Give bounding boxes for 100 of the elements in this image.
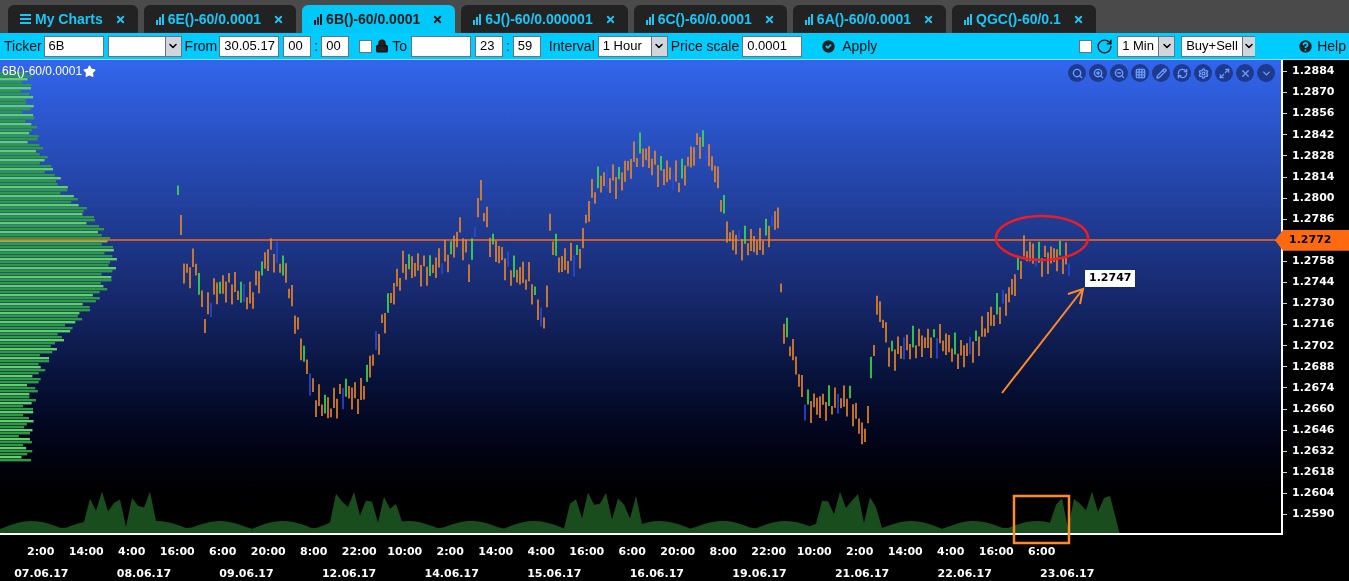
time-label: 16:00 [569,544,605,560]
close-icon[interactable] [1072,13,1084,25]
refresh-button[interactable] [1173,64,1191,82]
time-label: 20:00 [660,544,696,560]
time-label: 10:00 [387,544,423,560]
time-label: 16:00 [978,544,1014,560]
chart-tab[interactable]: 6A()-60/0.0001 [792,5,947,33]
bar-chart-icon [645,13,654,25]
price-marker: 1.2747 [1085,270,1136,287]
date-label: 21.06.17 [834,565,890,581]
price-scale-label: Price scale [670,36,740,56]
price-label: 1.2884 [1292,63,1335,80]
search-button[interactable] [1068,64,1086,82]
to-label: To [392,36,407,56]
date-label: 09.06.17 [219,565,274,581]
chart-tab[interactable]: 6C()-60/0.0001 [633,5,787,33]
refresh-icon [1176,67,1188,79]
star-icon[interactable] [83,64,97,78]
close-icon[interactable] [273,13,285,25]
to-minute-field[interactable]: 59 [512,35,541,57]
dropdown-button[interactable] [1257,64,1275,82]
price-label: 1.2758 [1292,253,1335,270]
price-label: 1.2744 [1292,274,1335,291]
zoom-in-icon [1092,67,1104,79]
time-separator: : [505,36,510,56]
price-label: 1.2702 [1292,337,1335,354]
close-icon[interactable] [923,13,935,25]
close-icon[interactable] [432,13,444,25]
time-label: 16:00 [159,544,195,560]
grid-button[interactable] [1131,64,1149,82]
expand-icon [1218,67,1230,79]
price-label: 1.2828 [1292,147,1335,164]
price-label: 1.2786 [1292,210,1335,227]
chart-tab[interactable]: QGC()-60/0.1 [952,5,1096,33]
close-button[interactable] [1236,64,1254,82]
symbol-select[interactable] [107,35,182,57]
time-label: 2:00 [846,544,874,560]
chart-tab[interactable]: My Charts [8,5,138,33]
price-scale-field[interactable]: 0.0001 [742,35,803,57]
price-label: 1.2646 [1292,421,1335,438]
interval-label: Interval [548,36,595,56]
to-date-field[interactable] [410,35,471,57]
checkbox[interactable] [359,39,373,53]
chart-tab[interactable]: 6J()-60/0.000001 [461,5,628,33]
interval-select[interactable]: 1 Hour [597,35,668,57]
time-label: 2:00 [27,544,55,560]
time-label: 6:00 [618,544,646,560]
pencil-button[interactable] [1152,64,1170,82]
chart-tab[interactable]: 6B()-60/0.0001 [302,5,456,33]
apply-button[interactable]: Apply [820,35,878,57]
date-label: 22.06.17 [937,565,992,581]
time-label: 14:00 [478,544,514,560]
lock-icon [375,39,390,53]
ticker-field[interactable]: 6B [43,35,104,57]
price-label: 1.2800 [1292,189,1335,206]
price-label: 1.2688 [1292,358,1335,375]
settings-icon [1197,67,1209,79]
date-label: 07.06.17 [14,565,69,581]
close-icon[interactable] [763,13,775,25]
zoom-out-button[interactable] [1110,64,1128,82]
price-label: 1.2632 [1292,443,1335,459]
checkbox[interactable] [1079,39,1093,53]
help-button[interactable]: Help [1297,35,1346,57]
zoom-in-button[interactable] [1089,64,1107,82]
check-icon [820,37,838,55]
time-label: 6:00 [1028,544,1056,560]
close-icon[interactable] [114,13,126,25]
ticker-label: Ticker [4,36,42,56]
price-label: 1.2870 [1292,84,1335,101]
date-label: 14.06.17 [424,565,479,581]
time-label: 22:00 [751,544,787,560]
chart-title: 6B()-60/0.0001 [2,63,83,80]
time-label: 14:00 [68,544,104,560]
from-hour-field[interactable]: 00 [283,35,312,57]
expand-button[interactable] [1215,64,1233,82]
to-hour-field[interactable]: 23 [474,35,503,57]
period-select[interactable]: 1 Min [1117,35,1176,57]
time-label: 4:00 [527,544,555,560]
zoom-out-icon [1113,67,1125,79]
auto-refresh-icon[interactable] [1096,37,1114,55]
price-label: 1.2730 [1292,295,1335,312]
from-minute-field[interactable]: 00 [321,35,350,57]
menu-icon [20,14,31,24]
time-label: 6:00 [209,544,237,560]
side-select[interactable]: Buy+Sell [1181,35,1256,57]
price-label: 1.2716 [1292,316,1335,333]
time-label: 8:00 [300,544,328,560]
chart-tab[interactable]: 6E()-60/0.0001 [143,5,297,33]
from-date-field[interactable]: 30.05.17 [219,35,280,57]
date-label: 12.06.17 [321,565,377,581]
bar-chart-icon [314,13,323,25]
time-label: 20:00 [250,544,286,560]
close-icon[interactable] [604,13,616,25]
bar-chart-icon [155,13,164,25]
time-label: 14:00 [887,544,923,560]
time-label: 2:00 [436,544,464,560]
date-label: 15.06.17 [527,565,582,581]
price-label: 1.2604 [1292,485,1335,502]
settings-button[interactable] [1194,64,1212,82]
price-label: 1.2618 [1292,464,1335,481]
